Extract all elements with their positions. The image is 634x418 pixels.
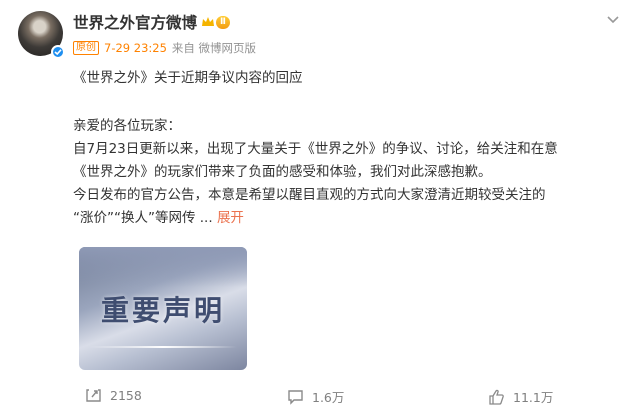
- post-time[interactable]: 7-29 23:25: [104, 41, 167, 55]
- image-light-streak: [89, 346, 237, 348]
- post-meta: 原创 7-29 23:25 来自 微博网页版: [73, 40, 256, 56]
- like-button[interactable]: 11.1万: [488, 387, 553, 406]
- post-image[interactable]: 重要声明: [79, 247, 247, 370]
- expand-link[interactable]: 展开: [217, 210, 244, 226]
- post-body-line: 自7月23日更新以来，出现了大量关于《世界之外》的争议、讨论，给关注和在意: [73, 141, 558, 157]
- action-bar: 2158 1.6万 11.1万: [0, 387, 634, 413]
- image-title-text: 重要声明: [100, 294, 225, 327]
- repost-count: 2158: [110, 387, 142, 403]
- post-body-line: “涨价”“换人”等网传 ...: [73, 210, 213, 226]
- comment-button[interactable]: 1.6万: [287, 387, 344, 406]
- chevron-down-icon[interactable]: [606, 10, 620, 29]
- post-body-last: “涨价”“换人”等网传 ... 展开: [73, 207, 613, 230]
- comment-count: 1.6万: [312, 390, 345, 405]
- verified-badge-icon: [51, 45, 65, 59]
- original-badge: 原创: [73, 41, 99, 55]
- post-body-line: 今日发布的官方公告，本意是希望以醒目直观的方式向大家澄清近期较受关注的: [73, 187, 546, 203]
- post-body-line: 《世界之外》的玩家们带来了负面的感受和体验，我们对此深感抱歉。: [73, 164, 492, 180]
- author-row: 世界之外官方微博 Ⅱ: [73, 11, 230, 33]
- like-count: 11.1万: [513, 390, 554, 405]
- post-body-line: 亲爱的各位玩家：: [73, 118, 181, 134]
- image-glow: [79, 247, 247, 287]
- repost-icon: [86, 389, 101, 402]
- thumbs-up-icon: [489, 389, 504, 405]
- post-title-line: 《世界之外》关于近期争议内容的回应: [73, 70, 303, 86]
- member-crown-icon[interactable]: Ⅱ: [201, 15, 230, 29]
- comment-icon: [288, 389, 303, 405]
- author-name[interactable]: 世界之外官方微博: [73, 11, 197, 33]
- member-level-badge: Ⅱ: [216, 15, 230, 29]
- post-source: 来自 微博网页版: [171, 41, 257, 55]
- repost-button[interactable]: 2158: [85, 387, 142, 403]
